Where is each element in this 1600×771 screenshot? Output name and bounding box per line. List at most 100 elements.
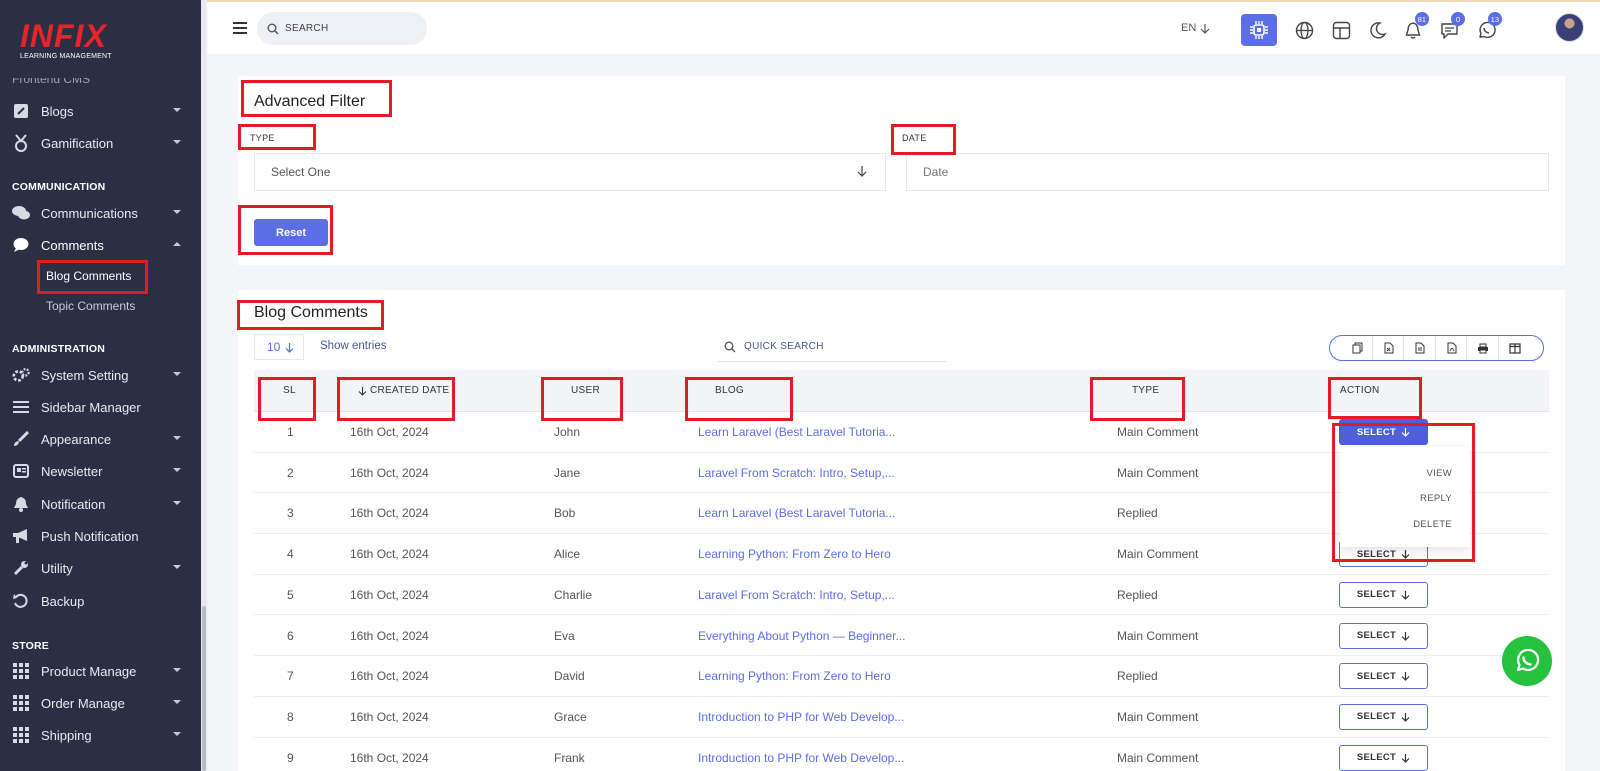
cell-date: 16th Oct, 2024 bbox=[350, 425, 429, 439]
sidebar-item-notification[interactable]: Notification bbox=[0, 490, 201, 518]
search-input[interactable] bbox=[285, 23, 415, 34]
advanced-filter-title: Advanced Filter bbox=[254, 93, 366, 110]
notification-button[interactable]: 81 bbox=[1395, 12, 1431, 46]
cell-blog-link[interactable]: Learning Python: From Zero to Hero bbox=[698, 669, 891, 683]
action-select-button[interactable]: SELECT bbox=[1339, 663, 1428, 690]
scrollbar-thumb[interactable] bbox=[202, 606, 206, 771]
cell-blog-link[interactable]: Everything About Python — Beginner... bbox=[698, 629, 905, 643]
settings-button[interactable] bbox=[1241, 14, 1277, 46]
header-search[interactable] bbox=[257, 12, 427, 45]
select-label: SELECT bbox=[1356, 630, 1397, 641]
sidebar-item-communications[interactable]: Communications bbox=[0, 199, 201, 227]
cell-sl: 3 bbox=[287, 506, 294, 521]
cell-date: 16th Oct, 2024 bbox=[350, 506, 429, 521]
cell-date: 16th Oct, 2024 bbox=[350, 587, 429, 602]
copy-button[interactable] bbox=[1343, 336, 1373, 360]
cell-type: Main Comment bbox=[1117, 465, 1199, 480]
whatsapp-float-button[interactable] bbox=[1502, 636, 1552, 686]
action-select-button[interactable]: SELECT bbox=[1339, 703, 1428, 730]
page-length-select[interactable]: 10 bbox=[254, 334, 304, 360]
columns-button[interactable] bbox=[1500, 336, 1530, 360]
sidebar-item-label: System Setting bbox=[41, 367, 129, 383]
logo-subtitle: LEARNING MANAGEMENT bbox=[20, 53, 112, 60]
show-entries-label: Show entries bbox=[320, 340, 387, 352]
messages-badge: 0 bbox=[1451, 12, 1465, 26]
date-field[interactable] bbox=[906, 153, 1549, 191]
sidebar-item-topic-comments[interactable]: Topic Comments bbox=[46, 299, 135, 313]
sidebar-item-system-setting[interactable]: System Setting bbox=[0, 361, 201, 389]
action-select-button[interactable]: SELECT bbox=[1339, 581, 1428, 608]
cell-sl: 9 bbox=[287, 750, 294, 765]
column-header-type[interactable]: TYPE bbox=[1132, 385, 1159, 396]
language-selector[interactable]: EN bbox=[1181, 22, 1210, 34]
sidebar-scrollbar[interactable] bbox=[201, 0, 207, 771]
sidebar-item-label: Order Manage bbox=[41, 695, 125, 711]
column-header-blog[interactable]: BLOG bbox=[715, 385, 744, 396]
cell-blog-link[interactable]: Laravel From Scratch: Intro, Setup,... bbox=[698, 588, 895, 602]
sidebar-item-push-notification[interactable]: Push Notification bbox=[0, 522, 201, 550]
action-select-button[interactable]: SELECT bbox=[1339, 744, 1428, 771]
cell-user: Frank bbox=[554, 750, 585, 765]
action-select-button[interactable]: SELECT bbox=[1339, 622, 1428, 649]
whatsapp-header-button[interactable]: 13 bbox=[1468, 12, 1504, 46]
arrow-down-icon bbox=[285, 342, 294, 353]
pdf-button[interactable] bbox=[1437, 336, 1468, 360]
chat-icon bbox=[12, 204, 30, 222]
chip-icon bbox=[1250, 21, 1268, 39]
select-label: SELECT bbox=[1356, 711, 1397, 723]
arrow-down-icon bbox=[1401, 753, 1410, 763]
sidebar-item-appearance[interactable]: Appearance bbox=[0, 425, 201, 453]
csv-button[interactable] bbox=[1406, 336, 1436, 360]
website-button[interactable] bbox=[1286, 14, 1322, 46]
sidebar-item-backup[interactable]: Backup bbox=[0, 587, 201, 615]
copy-icon bbox=[1352, 342, 1363, 354]
menu-toggle-icon[interactable] bbox=[233, 22, 247, 34]
sidebar-item-comments[interactable]: Comments bbox=[0, 231, 201, 259]
sidebar-item-shipping[interactable]: Shipping bbox=[0, 721, 201, 749]
cell-blog-link[interactable]: Learn Laravel (Best Laravel Tutoria... bbox=[698, 506, 895, 520]
cell-blog-link[interactable]: Introduction to PHP for Web Develop... bbox=[698, 710, 904, 724]
sidebar-item-utility[interactable]: Utility bbox=[0, 554, 201, 582]
sidebar-item-frontend-cms[interactable]: Frontend CMS bbox=[12, 78, 90, 86]
menu-item-delete[interactable]: DELETE bbox=[1413, 519, 1452, 530]
wrench-icon bbox=[12, 559, 30, 577]
avatar[interactable] bbox=[1555, 13, 1584, 42]
print-button[interactable] bbox=[1469, 336, 1499, 360]
sidebar-item-order-manage[interactable]: Order Manage bbox=[0, 689, 201, 717]
sidebar-item-blog-comments[interactable]: Blog Comments bbox=[46, 269, 131, 283]
column-header-created-date[interactable]: CREATED DATE bbox=[358, 385, 449, 396]
logo[interactable]: INFIX LEARNING MANAGEMENT bbox=[20, 20, 130, 64]
column-header-sl[interactable]: SL bbox=[283, 385, 296, 396]
layout-button[interactable] bbox=[1323, 14, 1359, 46]
comment-icon bbox=[12, 236, 30, 254]
cell-blog-link[interactable]: Learning Python: From Zero to Hero bbox=[698, 547, 891, 561]
type-select[interactable]: Select One bbox=[254, 153, 886, 191]
menu-item-reply[interactable]: REPLY bbox=[1420, 493, 1452, 504]
arrow-down-icon bbox=[857, 166, 867, 177]
menu-item-view[interactable]: VIEW bbox=[1427, 468, 1452, 479]
messages-button[interactable]: 0 bbox=[1431, 12, 1467, 46]
column-header-user[interactable]: USER bbox=[571, 385, 600, 396]
dark-mode-button[interactable] bbox=[1359, 14, 1395, 46]
sidebar-item-label: Blogs bbox=[41, 103, 74, 119]
cell-blog-link[interactable]: Learn Laravel (Best Laravel Tutoria... bbox=[698, 425, 895, 439]
sidebar-item-gamification[interactable]: Gamification bbox=[0, 129, 201, 157]
quick-search[interactable] bbox=[718, 332, 946, 362]
cell-sl: 6 bbox=[287, 628, 294, 643]
arrow-down-icon bbox=[1401, 712, 1410, 722]
excel-button[interactable] bbox=[1374, 336, 1405, 360]
chevron-down-icon bbox=[173, 372, 181, 376]
cell-blog-link[interactable]: Introduction to PHP for Web Develop... bbox=[698, 751, 904, 765]
reset-button[interactable]: Reset bbox=[254, 219, 328, 246]
sidebar-item-newsletter[interactable]: Newsletter bbox=[0, 457, 201, 485]
sidebar-item-blogs[interactable]: Blogs bbox=[0, 97, 201, 125]
quick-search-input[interactable] bbox=[744, 341, 924, 352]
page-length-value: 10 bbox=[267, 340, 281, 354]
action-select-button[interactable]: SELECT bbox=[1339, 419, 1428, 445]
sidebar-item-label: Appearance bbox=[41, 431, 112, 447]
cell-blog-link[interactable]: Laravel From Scratch: Intro, Setup,... bbox=[698, 466, 895, 480]
print-icon bbox=[1478, 343, 1489, 353]
sidebar-item-sidebar-manager[interactable]: Sidebar Manager bbox=[0, 393, 201, 421]
cell-sl: 2 bbox=[287, 465, 294, 480]
sidebar-item-product-manage[interactable]: Product Manage bbox=[0, 657, 201, 685]
